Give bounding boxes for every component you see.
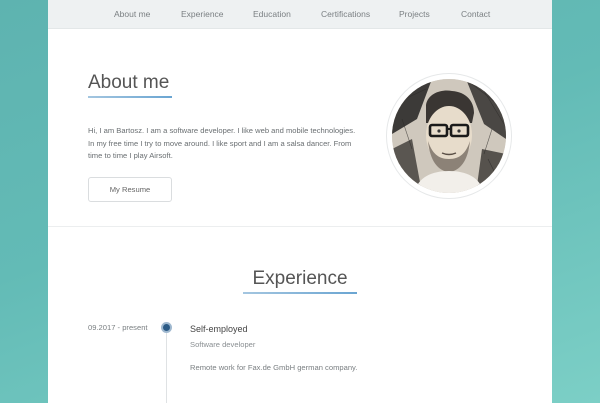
resume-button[interactable]: My Resume <box>88 177 172 202</box>
nav-item-projects[interactable]: Projects <box>399 9 430 19</box>
section-divider <box>48 226 552 227</box>
avatar-frame <box>386 73 512 199</box>
portrait-sketch-icon <box>392 79 506 193</box>
about-title: About me <box>88 72 170 93</box>
avatar <box>392 79 506 193</box>
entry-role: Self-employed <box>190 324 248 334</box>
timeline-dot <box>161 322 172 333</box>
experience-title-underline <box>243 292 357 294</box>
top-navigation: About me Experience Education Certificat… <box>48 0 552 29</box>
entry-position: Software developer <box>190 340 256 349</box>
timeline-line <box>166 326 167 403</box>
nav-item-experience[interactable]: Experience <box>181 9 224 19</box>
page-container: About me Experience Education Certificat… <box>48 0 552 403</box>
experience-title: Experience <box>252 268 348 289</box>
about-title-underline <box>88 96 172 98</box>
nav-item-contact[interactable]: Contact <box>461 9 490 19</box>
nav-item-certifications[interactable]: Certifications <box>321 9 370 19</box>
nav-item-about[interactable]: About me <box>114 9 150 19</box>
entry-description: Remote work for Fax.de GmbH german compa… <box>190 363 358 372</box>
about-text: Hi, I am Bartosz. I am a software develo… <box>88 126 356 160</box>
entry-date: 09.2017 - present <box>88 323 148 332</box>
nav-item-education[interactable]: Education <box>253 9 291 19</box>
